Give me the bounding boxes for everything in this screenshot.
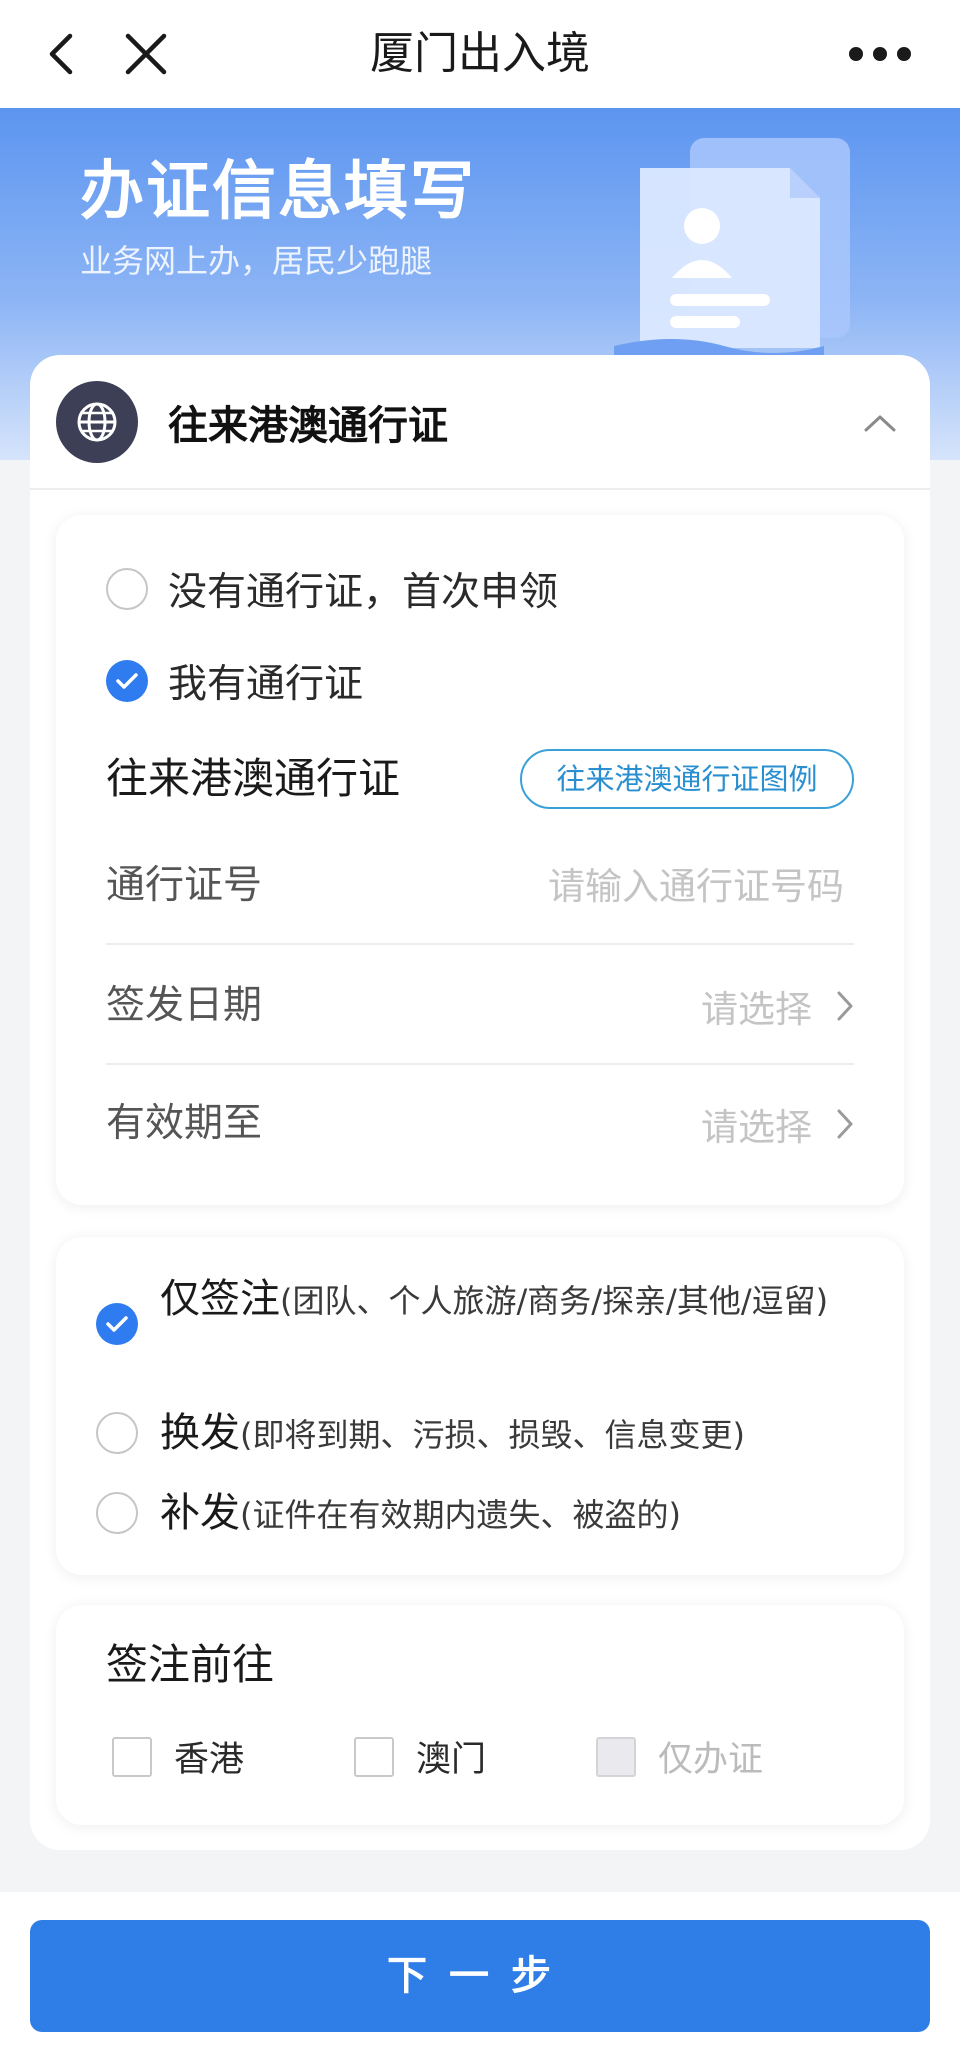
radio-have-pass[interactable]: 我有通行证 [106,653,363,709]
radio-label: 没有通行证，首次申领 [168,570,559,615]
option-text: 补发(证件在有效期内遗失、被盗的) [160,1487,880,1547]
banner-subtitle: 业务网上办，居民少跑腿 [80,242,433,280]
radio-unchecked[interactable] [96,1492,138,1534]
banner-title: 办证信息填写 [80,155,476,229]
checkbox-disabled [596,1736,636,1777]
checkmark-icon[interactable] [106,660,148,702]
checkbox-macau[interactable]: 澳门 [354,1731,486,1782]
checkbox-certificate-only: 仅办证 [596,1731,763,1782]
issue-date-row[interactable]: 签发日期 请选择 [106,947,854,1065]
expiry-date-label: 有效期至 [106,1101,263,1146]
globe-icon [56,381,138,463]
expiry-date-value: 请选择 [701,1106,812,1149]
checkbox-label: 仅办证 [658,1740,764,1780]
radio-first-application[interactable]: 没有通行证，首次申领 [106,561,558,617]
expiry-date-row[interactable]: 有效期至 请选择 [106,1065,854,1183]
option-note: (证件在有效期内遗失、被盗的) [240,1496,681,1534]
checkmark-icon[interactable] [96,1303,138,1345]
option-main-label: 换发 [160,1410,240,1456]
pass-number-label: 通行证号 [106,863,263,908]
option-replacement[interactable]: 补发(证件在有效期内遗失、被盗的) [96,1487,886,1539]
radio-unchecked[interactable] [106,568,148,610]
option-renewal[interactable]: 换发(即将到期、污损、损毁、信息变更) [96,1407,886,1459]
destination-panel: 签注前往 香港 澳门 仅办证 [56,1605,904,1825]
option-main-label: 补发 [160,1490,240,1536]
bottom-action-bar: 下一步 [0,1892,960,2056]
id-document-icon [614,138,850,371]
pass-heading: 往来港澳通行证 [106,754,401,803]
checkbox[interactable] [112,1736,152,1777]
option-note: (即将到期、污损、损毁、信息变更) [240,1416,745,1454]
expiry-date-select[interactable]: 请选择 [701,1065,854,1183]
navigation-bar: 厦门出入境 [0,0,960,108]
chevron-right-icon [837,1109,853,1139]
close-icon[interactable] [120,28,172,80]
pass-number-input[interactable] [444,857,844,915]
checkbox-label: 香港 [174,1740,245,1780]
more-dots-icon[interactable] [830,34,930,74]
pass-status-panel: 没有通行证，首次申领 我有通行证 往来港澳通行证 往来港澳通行证图例 通行证号 … [56,515,904,1205]
checkbox-label: 澳门 [416,1740,487,1780]
card-header[interactable]: 往来港澳通行证 [30,355,930,490]
issue-date-value: 请选择 [701,988,812,1031]
pass-number-row: 通行证号 [106,827,854,945]
chevron-left-icon[interactable] [40,30,80,78]
destination-title: 签注前往 [106,1640,275,1689]
next-step-button[interactable]: 下一步 [30,1920,930,2032]
chevron-up-icon[interactable] [850,393,910,453]
chevron-right-icon [837,991,853,1021]
checkbox-hong-kong[interactable]: 香港 [112,1731,244,1782]
card-title: 往来港澳通行证 [168,403,448,449]
checkbox[interactable] [354,1736,394,1777]
option-endorsement-only[interactable]: 仅签注(团队、个人旅游/商务/探亲/其他/逗留) [96,1273,886,1377]
option-text: 换发(即将到期、污损、损毁、信息变更) [160,1407,880,1467]
issue-date-select[interactable]: 请选择 [701,947,854,1065]
radio-label: 我有通行证 [168,662,364,707]
service-type-panel: 仅签注(团队、个人旅游/商务/探亲/其他/逗留) 换发(即将到期、污损、损毁、信… [56,1237,904,1575]
option-main-label: 仅签注 [160,1276,280,1322]
option-text: 仅签注(团队、个人旅游/商务/探亲/其他/逗留) [160,1273,880,1333]
radio-unchecked[interactable] [96,1412,138,1454]
pass-example-button[interactable]: 往来港澳通行证图例 [520,749,854,809]
passport-info-card: 往来港澳通行证 没有通行证，首次申领 我有通行证 往来港澳通行证 往来港澳通行证… [30,355,930,1850]
option-note: (团队、个人旅游/商务/探亲/其他/逗留) [280,1282,829,1320]
issue-date-label: 签发日期 [106,983,263,1028]
